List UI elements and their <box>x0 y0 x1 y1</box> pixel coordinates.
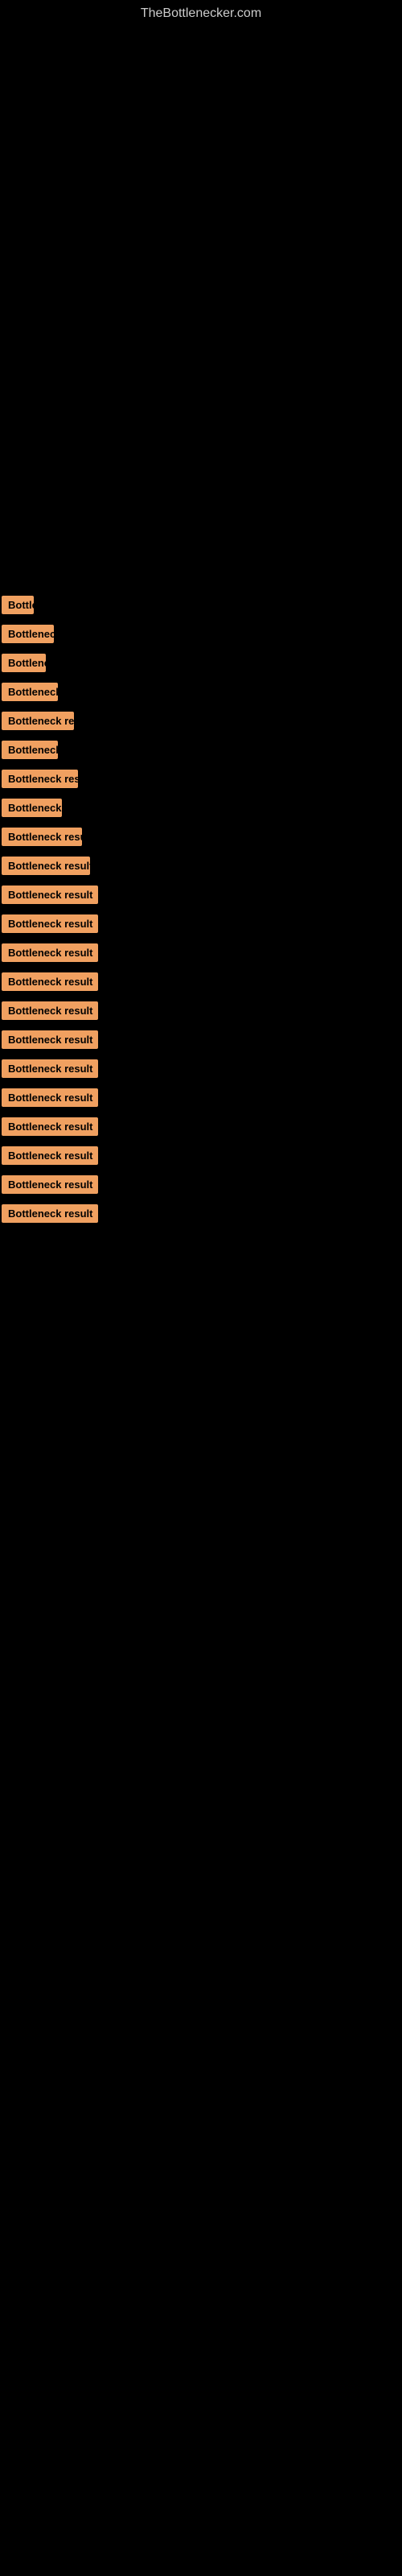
list-item: Bottleneck result <box>0 625 402 647</box>
list-item: Bottleneck result <box>0 799 402 821</box>
bottleneck-result-label: Bottleneck result <box>2 914 98 933</box>
list-item: Bottleneck result <box>0 828 402 850</box>
bottleneck-results-container: Bottleneck result Bottleneck result Bottle… <box>0 596 402 1233</box>
bottleneck-result-label: Bottleneck result <box>2 596 34 614</box>
bottleneck-result-label: Bottleneck result <box>2 712 74 730</box>
list-item: Bottleneck result <box>0 914 402 937</box>
list-item: Bottleneck result <box>0 1001 402 1024</box>
bottleneck-result-label: Bottleneck result <box>2 972 98 991</box>
list-item: Bottleneck result <box>0 770 402 792</box>
list-item: Bottleneck result <box>0 1175 402 1198</box>
bottleneck-result-label: Bottleneck result <box>2 683 58 701</box>
bottleneck-result-label: Bottleneck result <box>2 1117 98 1136</box>
bottleneck-result-label: Bottleneck result <box>2 1059 98 1078</box>
list-item: Bottleneck result <box>0 1146 402 1169</box>
bottleneck-result-label: Bottleneck result <box>2 1088 98 1107</box>
list-item: Bottleneck result <box>0 712 402 734</box>
list-item: Bottleneck result <box>0 1088 402 1111</box>
bottleneck-result-label: Bottleneck result <box>2 1146 98 1165</box>
list-item: Bottleneck result <box>0 886 402 908</box>
list-item: Bottleneck result <box>0 741 402 763</box>
bottleneck-result-label: Bottleneck result <box>2 828 82 846</box>
list-item: Bottleneck result <box>0 654 402 676</box>
list-item: Bottleneck result <box>0 596 402 618</box>
bottleneck-result-label: Bottleneck result <box>2 1001 98 1020</box>
list-item: Bottleneck result <box>0 1030 402 1053</box>
list-item: Bottleneck result <box>0 1059 402 1082</box>
bottleneck-result-label: Bottleneck result <box>2 857 90 875</box>
bottleneck-result-label: Bottleneck result <box>2 1175 98 1194</box>
bottleneck-result-label: Bottleneck result <box>2 799 62 817</box>
list-item: Bottleneck result <box>0 1117 402 1140</box>
list-item: Bottleneck result <box>0 683 402 705</box>
list-item: Bottleneck result <box>0 972 402 995</box>
bottleneck-result-label: Bottleneck result <box>2 654 46 672</box>
list-item: Bottleneck result <box>0 1204 402 1227</box>
bottleneck-result-label: Bottleneck result <box>2 943 98 962</box>
bottleneck-result-label: Bottleneck result <box>2 886 98 904</box>
list-item: Bottleneck result <box>0 857 402 879</box>
bottleneck-result-label: Bottleneck result <box>2 1204 98 1223</box>
list-item: Bottleneck result <box>0 943 402 966</box>
bottleneck-result-label: Bottleneck result <box>2 770 78 788</box>
bottleneck-result-label: Bottleneck result <box>2 625 54 643</box>
bottleneck-result-label: Bottleneck result <box>2 741 58 759</box>
bottleneck-result-label: Bottleneck result <box>2 1030 98 1049</box>
chart-area <box>0 16 402 580</box>
